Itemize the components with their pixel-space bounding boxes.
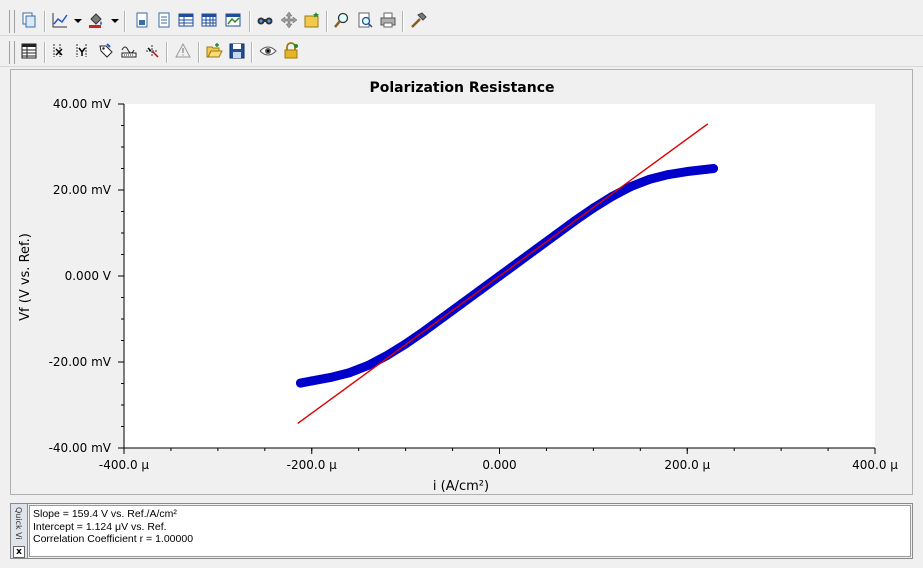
color-fill-dropdown[interactable] <box>111 19 119 23</box>
correlation-line: Correlation Coefficient r = 1.00000 <box>33 533 194 545</box>
x-tick-label: 0.000 <box>482 458 516 472</box>
print-preview-icon[interactable] <box>356 11 374 29</box>
intercept-line: Intercept = 1.124 μV vs. Ref. <box>33 520 167 533</box>
page-lines-icon[interactable] <box>155 11 173 29</box>
x-axis-label: i (A/cm²) <box>433 479 489 494</box>
folder-star-icon[interactable] <box>303 11 321 29</box>
hammer-icon[interactable] <box>409 11 427 29</box>
y-tick-label: 0.000 V <box>65 269 112 283</box>
x-tick-label: -200.0 μ <box>287 458 337 472</box>
save-icon[interactable] <box>228 42 246 60</box>
data-point <box>363 360 373 370</box>
lock-icon[interactable] <box>282 42 300 60</box>
chart-title: Polarization Resistance <box>369 80 554 96</box>
data-point <box>682 167 692 177</box>
copy-icon[interactable] <box>20 11 38 29</box>
x-axis: -400.0 μ -200.0 μ 0.000 200.0 μ 400.0 μ <box>99 447 898 472</box>
results-text: Slope = 159.4 V vs. Ref./A/cm² Intercept… <box>29 505 911 557</box>
toolbar-grip[interactable] <box>9 10 15 33</box>
x-tick-label: 200.0 μ <box>664 458 710 472</box>
y-tick-label: 40.00 mV <box>53 97 112 111</box>
chart-type-icon[interactable] <box>51 11 69 29</box>
plot-panel: Polarization Resistance 40.00 mV 20.00 mV… <box>10 69 913 495</box>
tools-toolbar <box>0 39 923 67</box>
eye-icon[interactable] <box>259 42 277 60</box>
data-point <box>295 378 305 388</box>
baseline-icon[interactable] <box>120 42 138 60</box>
printer-icon[interactable] <box>379 11 397 29</box>
data-point <box>626 182 636 192</box>
quick-view-panel: Quick Vi x Slope = 159.4 V vs. Ref./A/cm… <box>10 503 913 559</box>
open-folder-icon[interactable] <box>205 42 223 60</box>
slope-line: Slope = 159.4 V vs. Ref./A/cm² <box>33 508 177 520</box>
quick-view-tab[interactable]: Quick Vi x <box>11 504 28 558</box>
y-tick-label: 20.00 mV <box>53 183 112 197</box>
chart-window-icon[interactable] <box>224 11 242 29</box>
table-icon[interactable] <box>177 11 195 29</box>
data-table-icon[interactable] <box>20 42 38 60</box>
y-tick-label: -40.00 mV <box>49 441 112 455</box>
warning-icon[interactable] <box>174 42 192 60</box>
binoculars-icon[interactable] <box>256 11 274 29</box>
data-point <box>344 368 354 378</box>
cursor-y-icon[interactable] <box>74 42 92 60</box>
data-point <box>663 170 673 180</box>
toolbar-grip[interactable] <box>9 41 15 64</box>
x-tick-label: -400.0 μ <box>99 458 149 472</box>
grid-icon[interactable] <box>200 11 218 29</box>
x-tick-label: 400.0 μ <box>852 458 898 472</box>
y-tick-label: -20.00 mV <box>49 355 112 369</box>
polarization-chart[interactable]: Polarization Resistance 40.00 mV 20.00 mV… <box>11 70 912 494</box>
data-point <box>307 376 317 386</box>
page-icon[interactable] <box>133 11 151 29</box>
move-icon[interactable] <box>280 11 298 29</box>
quick-view-label: Quick Vi <box>14 507 23 540</box>
tag-icon[interactable] <box>97 42 115 60</box>
data-point <box>645 174 655 184</box>
data-point <box>709 164 719 173</box>
close-icon[interactable]: x <box>13 546 25 558</box>
cursor-select-icon[interactable] <box>143 42 161 60</box>
zoom-icon[interactable] <box>333 11 351 29</box>
color-fill-icon[interactable] <box>87 11 105 29</box>
y-axis: 40.00 mV 20.00 mV 0.000 V -20.00 mV -40.00 m… <box>49 97 125 455</box>
data-point <box>326 372 336 382</box>
main-toolbar <box>0 8 923 36</box>
cursor-x-icon[interactable] <box>51 42 69 60</box>
y-axis-label: Vf (V vs. Ref.) <box>18 233 33 321</box>
chart-type-dropdown[interactable] <box>74 19 82 23</box>
